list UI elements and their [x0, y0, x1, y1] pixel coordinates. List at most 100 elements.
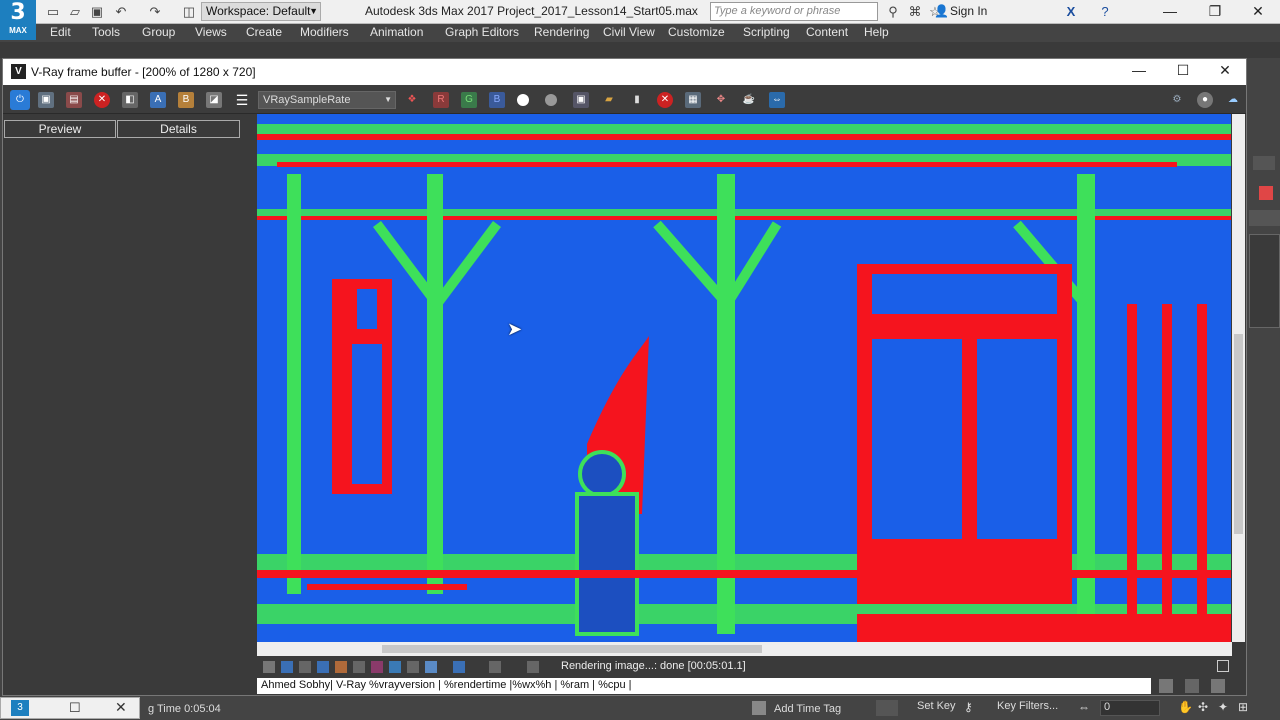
menu-scripting[interactable]: Scripting — [743, 25, 790, 39]
save-image-icon[interactable]: ▣ — [573, 92, 589, 108]
stamp-text-field[interactable]: Ahmed Sobhy| V-Ray %vrayversion | %rende… — [257, 678, 1151, 694]
walk-icon[interactable]: ✣ — [1198, 700, 1208, 714]
project-folder-icon[interactable]: ◫ — [180, 3, 198, 21]
stamp-icon[interactable] — [1211, 679, 1225, 693]
binoculars-icon[interactable]: ⚲ — [884, 3, 902, 21]
menu-edit[interactable]: Edit — [50, 25, 71, 39]
status-icon[interactable] — [335, 661, 347, 673]
key-mode-icon[interactable] — [876, 700, 898, 716]
status-icon[interactable] — [489, 661, 501, 673]
green-channel-button[interactable]: G — [461, 92, 477, 108]
menu-content[interactable]: Content — [806, 25, 848, 39]
subscription-icon[interactable]: ⌘ — [906, 3, 924, 21]
status-icon[interactable] — [263, 661, 275, 673]
vfb-maximize-icon[interactable]: ☐ — [1163, 62, 1203, 79]
track-mouse-icon[interactable]: ✥ — [713, 92, 729, 108]
teapot-icon[interactable]: ☕ — [741, 92, 757, 108]
red-channel-button[interactable]: R — [433, 92, 449, 108]
menu-animation[interactable]: Animation — [370, 25, 423, 39]
search-input[interactable]: Type a keyword or phrase — [710, 2, 878, 21]
pan-icon[interactable]: ✋ — [1178, 700, 1193, 714]
vfb-close-icon[interactable]: ✕ — [1205, 62, 1245, 79]
open-file-icon[interactable]: ▱ — [66, 3, 84, 21]
render-image[interactable]: ➤ — [257, 114, 1231, 642]
sign-in-link[interactable]: Sign In — [950, 4, 987, 18]
menu-views[interactable]: Views — [195, 25, 227, 39]
render-teapot-icon[interactable]: ⚙ — [1169, 92, 1185, 108]
menu-tools[interactable]: Tools — [92, 25, 120, 39]
status-icon[interactable] — [281, 661, 293, 673]
text-a-icon[interactable]: A — [150, 92, 166, 108]
undo-icon[interactable]: ↶ — [112, 3, 130, 21]
status-icon[interactable] — [353, 661, 365, 673]
status-icon[interactable] — [453, 661, 465, 673]
vfb-minimize-icon[interactable]: — — [1119, 62, 1159, 78]
status-icon[interactable] — [425, 661, 437, 673]
close-icon[interactable]: ✕ — [1238, 0, 1278, 24]
stop-render-icon[interactable]: ● — [1197, 92, 1213, 108]
close-icon[interactable]: ✕ — [115, 699, 127, 716]
status-icon[interactable] — [389, 661, 401, 673]
orbit-icon[interactable]: ✦ — [1218, 700, 1228, 714]
channel-dropdown[interactable]: VRaySampleRate ▼ — [258, 91, 396, 109]
command-panel-list[interactable] — [1249, 234, 1280, 328]
clear-image-icon[interactable]: ✕ — [94, 92, 110, 108]
workspace-dropdown[interactable]: Workspace: Default ▼ — [201, 2, 321, 21]
tab-details[interactable]: Details — [117, 120, 240, 138]
stamp-icon[interactable] — [1185, 679, 1199, 693]
menu-graph-editors[interactable]: Graph Editors — [445, 25, 519, 39]
menu-create[interactable]: Create — [246, 25, 282, 39]
key-filter-icon[interactable]: ⚷ — [964, 700, 978, 716]
new-file-icon[interactable]: ▭ — [44, 3, 62, 21]
save-icon[interactable]: ▣ — [88, 3, 106, 21]
menu-modifiers[interactable]: Modifiers — [300, 25, 349, 39]
menu-civil-view[interactable]: Civil View — [603, 25, 655, 39]
key-filters-button[interactable]: Key Filters... — [997, 700, 1058, 712]
horizontal-scrollbar[interactable] — [257, 642, 1232, 656]
restore-icon[interactable]: ❐ — [1195, 0, 1235, 24]
frame-number-field[interactable]: 0 — [1100, 700, 1160, 716]
restore-icon[interactable]: ☐ — [69, 700, 81, 716]
clipboard-icon[interactable]: ▮ — [629, 92, 645, 108]
minimized-window[interactable]: 3 ☐ ✕ — [0, 697, 140, 719]
vertical-scroll-thumb[interactable] — [1234, 334, 1243, 534]
clear-icon[interactable]: ✕ — [657, 92, 673, 108]
color-channels-icon[interactable]: ❖ — [404, 92, 420, 108]
color-swatch[interactable] — [1259, 186, 1273, 200]
frame-arrows-icon[interactable]: ⇔ — [1078, 700, 1090, 714]
menu-lines-icon[interactable]: ☰ — [234, 92, 250, 108]
maximize-viewport-icon[interactable]: ⊞ — [1238, 700, 1248, 714]
status-icon[interactable] — [299, 661, 311, 673]
status-icon[interactable] — [1217, 660, 1229, 672]
help-icon[interactable]: ? — [1096, 3, 1114, 21]
compare-icon[interactable]: ◪ — [206, 92, 222, 108]
command-panel-dropdown[interactable] — [1249, 210, 1280, 226]
horizontal-scroll-thumb[interactable] — [382, 645, 762, 653]
power-icon[interactable]: ⏻ — [10, 90, 30, 110]
vertical-scrollbar[interactable] — [1232, 114, 1245, 642]
app-logo[interactable]: 3 MAX — [0, 0, 36, 40]
save-image-icon[interactable]: ▣ — [38, 92, 54, 108]
minimize-icon[interactable]: — — [1150, 0, 1190, 24]
interactive-render-icon[interactable]: ☁ — [1225, 92, 1241, 108]
command-panel-icon[interactable] — [1253, 156, 1275, 170]
load-image-icon[interactable]: ▰ — [601, 92, 617, 108]
menu-help[interactable]: Help — [864, 25, 889, 39]
menu-customize[interactable]: Customize — [668, 25, 725, 39]
menu-group[interactable]: Group — [142, 25, 175, 39]
status-icon[interactable] — [317, 661, 329, 673]
stamp-icon[interactable] — [1159, 679, 1173, 693]
text-b-icon[interactable]: B — [178, 92, 194, 108]
status-icon[interactable] — [371, 661, 383, 673]
set-key-button[interactable]: Set Key — [917, 700, 956, 712]
status-icon[interactable] — [527, 661, 539, 673]
add-time-tag-button[interactable]: Add Time Tag — [774, 703, 841, 715]
menu-rendering[interactable]: Rendering — [534, 25, 589, 39]
tab-preview[interactable]: Preview — [4, 120, 116, 138]
history-icon[interactable]: ⇔ — [769, 92, 785, 108]
blue-channel-button[interactable]: B — [489, 92, 505, 108]
exchange-icon[interactable]: X — [1062, 3, 1080, 21]
time-tag-icon[interactable] — [752, 701, 766, 715]
redo-icon[interactable]: ↷ — [146, 3, 164, 21]
alpha-white-icon[interactable] — [517, 94, 529, 106]
